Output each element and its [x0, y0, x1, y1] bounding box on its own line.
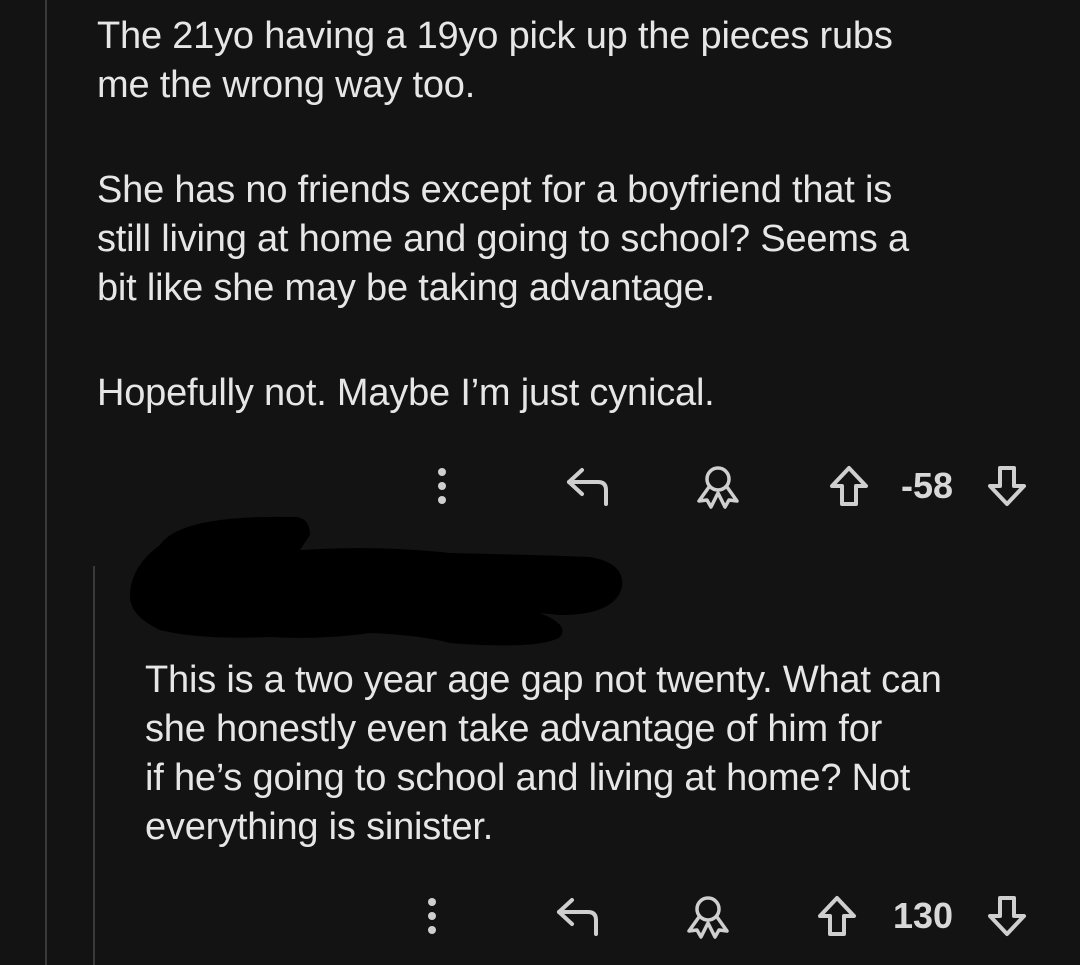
upvote-arrow-icon — [830, 466, 868, 506]
downvote-button[interactable] — [982, 456, 1032, 516]
downvote-arrow-icon — [988, 896, 1026, 936]
reply-button[interactable] — [550, 886, 606, 946]
more-vertical-icon — [438, 468, 446, 504]
comment-paragraph: This is a two year age gap not twenty. W… — [145, 659, 942, 848]
downvote-button[interactable] — [982, 886, 1032, 946]
more-vertical-icon — [428, 898, 436, 934]
comment-paragraph: She has no friends except for a boyfrien… — [97, 169, 909, 309]
upvote-button[interactable] — [824, 456, 874, 516]
redacted-username — [129, 516, 623, 646]
reply-icon — [557, 898, 598, 936]
thread-line-inner[interactable] — [93, 566, 95, 965]
award-icon — [697, 466, 739, 509]
more-options-button[interactable] — [412, 886, 452, 946]
vote-score: -58 — [900, 465, 954, 506]
reply-icon — [567, 468, 608, 506]
comment-paragraph: The 21yo having a 19yo pick up the piece… — [97, 15, 893, 106]
comment-body-1: The 21yo having a 19yo pick up the piece… — [97, 12, 1057, 418]
award-icon — [687, 896, 729, 939]
award-button[interactable] — [680, 886, 736, 946]
comment-body-2: This is a two year age gap not twenty. W… — [145, 656, 1055, 852]
vote-score: 130 — [892, 895, 954, 936]
award-button[interactable] — [690, 456, 746, 516]
upvote-arrow-icon — [818, 896, 856, 936]
downvote-arrow-icon — [988, 466, 1026, 506]
comment-paragraph: Hopefully not. Maybe I’m just cynical. — [97, 372, 715, 414]
upvote-button[interactable] — [812, 886, 862, 946]
thread-line-outer[interactable] — [45, 0, 47, 965]
comment-2-action-bar: 130 — [400, 886, 1050, 946]
